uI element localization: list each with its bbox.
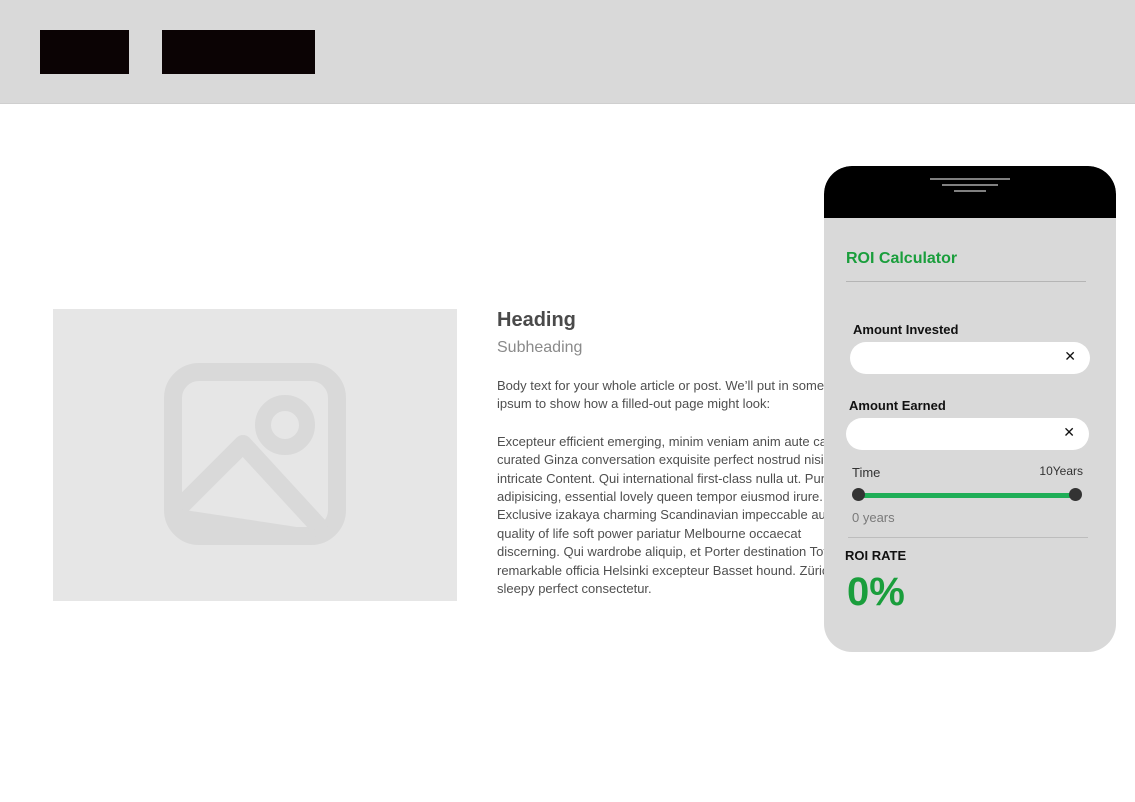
menu-lines-icon (930, 178, 1010, 192)
amount-invested-label: Amount Invested (853, 322, 959, 337)
time-max-label: 10Years (1039, 464, 1083, 478)
paragraph-line: adipisicing, essential lovely queen temp… (497, 489, 823, 505)
paragraph-line: sleepy perfect consectetur. (497, 581, 652, 597)
time-label: Time (852, 465, 881, 480)
nav-block[interactable] (162, 30, 315, 74)
paragraph-line: Exclusive izakaya charming Scandinavian … (497, 507, 837, 523)
time-range-slider[interactable] (858, 493, 1076, 498)
image-placeholder-icon (164, 363, 346, 545)
paragraph-line: curated Ginza conversation exquisite per… (497, 452, 824, 468)
slider-max-handle[interactable] (1069, 488, 1082, 501)
article-paragraph-2: Excepteur efficient emerging, minim veni… (497, 433, 837, 599)
article-heading: Heading (497, 309, 576, 331)
roi-calculator-widget: ROI Calculator Amount Invested ✕ Amount … (824, 166, 1116, 652)
article-subheading: Subheading (497, 339, 583, 356)
paragraph-line: remarkable officia Helsinki excepteur Ba… (497, 562, 836, 578)
divider (848, 537, 1088, 538)
image-placeholder (53, 309, 457, 601)
amount-earned-input[interactable] (860, 418, 1044, 452)
article-paragraph-1: Body text for your whole article or post… (497, 377, 837, 414)
top-bar (0, 0, 1135, 104)
divider (846, 281, 1086, 282)
paragraph-line: discerning. Qui wardrobe aliquip, et Por… (497, 544, 835, 560)
amount-invested-input[interactable] (864, 342, 1048, 376)
paragraph-line: intricate Content. Qui international fir… (497, 470, 837, 486)
amount-invested-field[interactable]: ✕ (850, 342, 1090, 376)
paragraph-line: ipsum to show how a filled-out page migh… (497, 396, 771, 412)
paragraph-line: Excepteur efficient emerging, minim veni… (497, 433, 837, 449)
time-min-label: 0 years (852, 510, 895, 525)
roi-title: ROI Calculator (846, 250, 958, 267)
roi-rate-value: 0% (847, 570, 905, 614)
logo-block[interactable] (40, 30, 129, 74)
paragraph-line: quality of life soft power pariatur Melb… (497, 525, 802, 541)
slider-min-handle[interactable] (852, 488, 865, 501)
close-icon[interactable]: ✕ (1063, 424, 1075, 441)
close-icon[interactable]: ✕ (1064, 348, 1076, 365)
phone-header (824, 166, 1116, 218)
paragraph-line: Body text for your whole article or post… (497, 378, 837, 393)
roi-rate-label: ROI RATE (845, 548, 907, 563)
amount-earned-label: Amount Earned (849, 398, 946, 413)
article: Heading Subheading Body text for your wh… (497, 308, 837, 608)
amount-earned-field[interactable]: ✕ (846, 418, 1089, 452)
